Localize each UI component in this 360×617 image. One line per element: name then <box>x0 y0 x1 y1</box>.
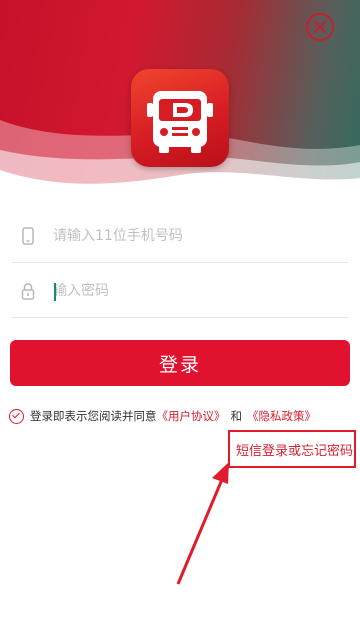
password-input[interactable] <box>53 278 333 304</box>
password-field <box>12 265 348 318</box>
privacy-policy-link[interactable]: 《隐私政策》 <box>247 408 316 424</box>
login-button[interactable]: 登录 <box>10 340 350 386</box>
app-logo <box>131 69 229 167</box>
close-button[interactable] <box>306 13 334 41</box>
agreement-text: 登录即表示您阅读并同意 <box>30 409 157 423</box>
bus-logo-icon <box>147 91 213 153</box>
agreement-row: 登录即表示您阅读并同意 《用户协议》 和 《隐私政策》 <box>9 406 354 426</box>
user-agreement-link[interactable]: 《用户协议》 <box>157 408 226 424</box>
close-icon <box>314 21 326 33</box>
agreement-and-text: 和 <box>230 409 243 423</box>
phone-input[interactable] <box>53 223 333 249</box>
highlight-box <box>228 430 356 468</box>
lock-icon <box>21 283 35 300</box>
check-circle-icon[interactable] <box>9 408 24 424</box>
phone-field <box>12 210 348 263</box>
text-cursor <box>54 283 56 301</box>
phone-icon <box>22 227 34 245</box>
